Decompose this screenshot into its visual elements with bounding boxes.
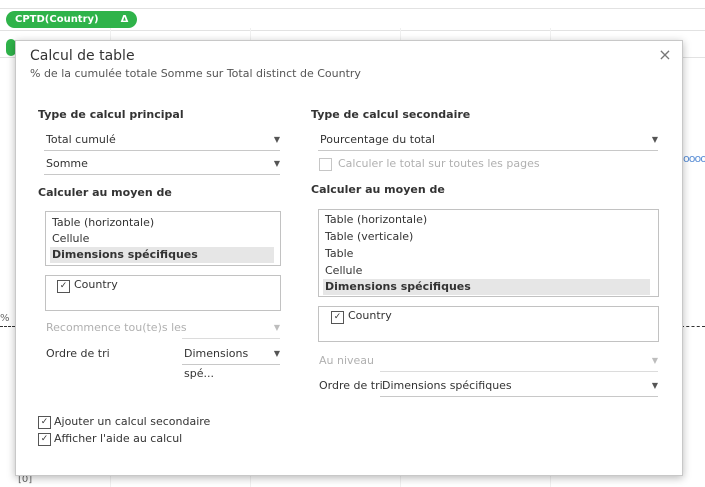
table-calculation-dialog: Calcul de table % de la cumulée totale S… bbox=[15, 40, 683, 476]
chevron-down-icon: ▼ bbox=[273, 135, 280, 144]
secondary-calc-heading: Type de calcul secondaire bbox=[311, 108, 471, 121]
checkbox-label: Country bbox=[74, 278, 118, 291]
dialog-title: Calcul de table bbox=[30, 48, 135, 64]
list-item[interactable]: Cellule bbox=[325, 263, 362, 279]
chevron-down-icon: ▼ bbox=[651, 135, 658, 144]
restart-every-label: Recommence tou(te)s les bbox=[46, 321, 187, 334]
secondary-sort-label: Ordre de tri bbox=[319, 379, 383, 392]
reference-line-right bbox=[681, 326, 705, 327]
chevron-down-icon: ▼ bbox=[273, 159, 280, 168]
list-item[interactable]: Table bbox=[325, 246, 353, 262]
primary-aggregation-select[interactable]: Somme ▼ bbox=[44, 154, 280, 175]
show-help-checkbox[interactable]: ✓ bbox=[38, 433, 51, 446]
checkbox-checked[interactable]: ✓ bbox=[331, 311, 344, 324]
list-item[interactable]: Cellule bbox=[52, 231, 89, 247]
secondary-calc-type-select[interactable]: Pourcentage du total ▼ bbox=[318, 130, 658, 151]
checkbox-checked[interactable]: ✓ bbox=[57, 280, 70, 293]
chevron-down-icon: ▼ bbox=[273, 323, 280, 332]
all-pages-label: Calculer le total sur toutes les pages bbox=[338, 157, 540, 170]
secondary-sort-select[interactable]: Dimensions spécifiques ▼ bbox=[380, 376, 658, 397]
select-value: Somme bbox=[46, 157, 88, 170]
primary-compute-using-list[interactable]: Table (horizontale) Cellule Dimensions s… bbox=[45, 211, 281, 266]
checkbox-label: Country bbox=[348, 309, 392, 322]
chevron-down-icon: ▼ bbox=[651, 356, 658, 365]
list-item-selected[interactable]: Dimensions spécifiques bbox=[323, 279, 650, 295]
delta-icon: Δ bbox=[120, 14, 129, 25]
list-item-selected[interactable]: Dimensions spécifiques bbox=[50, 247, 274, 263]
list-item[interactable]: Table (horizontale) bbox=[52, 215, 154, 231]
level-select[interactable]: ▼ bbox=[380, 351, 658, 372]
axis-fragment: % bbox=[0, 313, 10, 324]
select-value: Total cumulé bbox=[46, 133, 116, 146]
dialog-subtitle: % de la cumulée totale Somme sur Total d… bbox=[30, 67, 361, 80]
chevron-down-icon: ▼ bbox=[651, 381, 658, 390]
primary-sort-label: Ordre de tri bbox=[46, 347, 110, 360]
show-help-label: Afficher l'aide au calcul bbox=[54, 432, 183, 445]
cptd-country-pill[interactable]: CPTD(Country) Δ bbox=[6, 11, 138, 28]
select-value: Pourcentage du total bbox=[320, 133, 435, 146]
reference-line-left bbox=[0, 326, 15, 327]
chart-marks: oooo bbox=[683, 152, 705, 165]
primary-sort-select[interactable]: Dimensions spé... ▼ bbox=[182, 344, 280, 380]
primary-calc-heading: Type de calcul principal bbox=[38, 108, 184, 121]
close-icon[interactable]: × bbox=[657, 47, 673, 63]
secondary-compute-using-heading: Calculer au moyen de bbox=[311, 183, 445, 196]
pill-label: CPTD(Country) bbox=[15, 14, 99, 25]
list-item[interactable]: Table (verticale) bbox=[325, 229, 413, 245]
all-pages-checkbox[interactable] bbox=[319, 158, 332, 171]
secondary-compute-using-list[interactable]: Table (horizontale) Table (verticale) Ta… bbox=[318, 209, 659, 297]
primary-dimensions-box: ✓ Country bbox=[45, 275, 281, 311]
select-value: Dimensions spé... bbox=[184, 347, 249, 380]
chevron-down-icon: ▼ bbox=[273, 349, 280, 358]
level-label: Au niveau bbox=[319, 354, 375, 367]
add-secondary-checkbox[interactable]: ✓ bbox=[38, 416, 51, 429]
primary-calc-type-select[interactable]: Total cumulé ▼ bbox=[44, 130, 280, 151]
restart-every-select[interactable]: ▼ bbox=[182, 318, 280, 339]
select-value: Dimensions spécifiques bbox=[382, 379, 512, 392]
add-secondary-label: Ajouter un calcul secondaire bbox=[54, 415, 211, 428]
list-item[interactable]: Table (horizontale) bbox=[325, 212, 427, 228]
primary-compute-using-heading: Calculer au moyen de bbox=[38, 186, 172, 199]
secondary-dimensions-box: ✓ Country bbox=[318, 306, 659, 342]
